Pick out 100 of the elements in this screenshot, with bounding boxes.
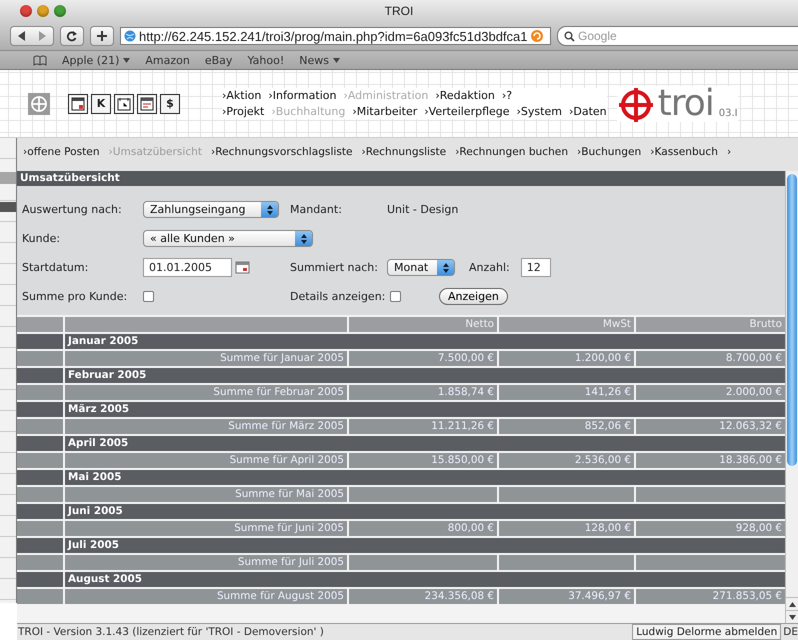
month-heading: Mai 2005: [65, 470, 785, 485]
toolbar-button[interactable]: [137, 94, 157, 114]
window-title: TROI: [384, 4, 414, 18]
checkbox[interactable]: [143, 291, 154, 302]
book-icon[interactable]: [33, 54, 47, 66]
table-cell: [17, 504, 63, 519]
close-button[interactable]: [20, 5, 32, 17]
table-cell: 37.496,97 €: [499, 589, 634, 604]
table-cell: 1.200,00 €: [499, 351, 634, 366]
field-label: Anzahl:: [469, 261, 510, 274]
bookmark-link[interactable]: News: [299, 54, 340, 66]
subnav-link[interactable]: ›Rechnungsvorschlagsliste: [211, 146, 353, 158]
subnav-link[interactable]: ›: [726, 146, 732, 158]
table-cell: Summe für März 2005: [65, 419, 347, 434]
menu-link[interactable]: ›Information: [268, 89, 336, 102]
date-field[interactable]: 01.01.2005: [143, 258, 232, 277]
add-bookmark-button[interactable]: [90, 26, 114, 46]
bookmark-link[interactable]: eBay: [204, 54, 232, 66]
select-field[interactable]: Zahlungseingang: [143, 201, 279, 218]
subnav-link[interactable]: ›Rechnungsliste: [362, 146, 446, 158]
month-heading: Februar 2005: [65, 368, 785, 383]
menu-link[interactable]: ›Projekt: [222, 105, 264, 118]
field-label: Kunde:: [22, 232, 62, 245]
subnav-link[interactable]: ›offene Posten: [23, 146, 100, 158]
table-cell: 11.211,26 €: [349, 419, 497, 434]
field-label: Summiert nach:: [290, 261, 379, 274]
stepper-arrows-icon: [442, 262, 450, 272]
forward-arrow-icon: [38, 31, 47, 41]
home-icon[interactable]: [28, 92, 50, 114]
table-cell: 18.386,00 €: [636, 453, 785, 468]
subnav-link[interactable]: ›Buchungen: [577, 146, 642, 158]
table-cell: [17, 419, 63, 434]
number-field[interactable]: 12: [520, 258, 551, 277]
calendar-icon[interactable]: [235, 261, 250, 274]
month-heading: März 2005: [65, 402, 785, 417]
scroll-up-icon[interactable]: [788, 602, 796, 606]
table-cell: [17, 572, 63, 587]
month-heading: August 2005: [65, 572, 785, 587]
table-cell: Summe für April 2005: [65, 453, 347, 468]
menu-link[interactable]: ›Verteilerpflege: [424, 105, 510, 118]
field-label: Mandant:: [290, 203, 343, 216]
bookmark-link[interactable]: Apple (21): [62, 54, 130, 66]
clock-icon: [117, 96, 131, 110]
minimize-button[interactable]: [37, 5, 49, 17]
table-cell: [17, 436, 63, 451]
table-cell: Summe für Juli 2005: [65, 555, 347, 570]
table-cell: [17, 334, 63, 349]
menu-link[interactable]: ›Mitarbeiter: [352, 105, 418, 118]
toolbar-button[interactable]: [114, 94, 134, 114]
globe-icon: [124, 30, 136, 42]
stepper-arrows-icon: [266, 204, 274, 214]
select-field[interactable]: « alle Kunden »: [143, 230, 313, 247]
table-cell: 128,00 €: [499, 521, 634, 536]
menu-link[interactable]: ›Redaktion: [435, 89, 495, 102]
reload-button[interactable]: [60, 26, 84, 46]
menu-link[interactable]: ›System: [516, 105, 562, 118]
show-button[interactable]: Anzeigen: [439, 288, 508, 305]
checkbox[interactable]: [390, 291, 401, 302]
logout-link[interactable]: Ludwig Delorme abmelden: [632, 624, 782, 640]
table-cell: Summe für Februar 2005: [65, 385, 347, 400]
table-cell: [17, 368, 63, 383]
column-header: Brutto: [636, 317, 785, 332]
table-cell: [17, 470, 63, 485]
section-title: Umsatzübersicht: [17, 171, 785, 186]
table-cell: 2.000,00 €: [636, 385, 785, 400]
subnav-link[interactable]: ›Rechnungen buchen: [455, 146, 568, 158]
toolbar-button[interactable]: [68, 94, 88, 114]
field-label: Details anzeigen:: [290, 290, 386, 303]
table-cell: 852,06 €: [499, 419, 634, 434]
reload-icon: [66, 30, 78, 42]
menu-link[interactable]: ›Aktion: [222, 89, 262, 102]
menu-link[interactable]: ›Daten: [568, 105, 607, 118]
table-cell: Summe für Juni 2005: [65, 521, 347, 536]
toolbar-button[interactable]: K: [91, 94, 111, 114]
version-text: TROI - Version 3.1.43 (lizenziert für 'TROI - Demoversion' ): [17, 626, 325, 638]
address-field[interactable]: http://62.245.152.241/troi3/prog/main.php?idm=6a093fc51d3bdfca1: [120, 27, 551, 45]
subnav-link[interactable]: ›Kassenbuch: [650, 146, 718, 158]
version-text: 03.I: [718, 108, 738, 118]
menu-link[interactable]: ›?: [502, 89, 512, 102]
select-field[interactable]: Monat: [387, 259, 455, 276]
table-cell: 1.858,74 €: [349, 385, 497, 400]
bookmark-link[interactable]: Yahoo!: [247, 54, 284, 66]
scrollbar-thumb[interactable]: [787, 174, 797, 466]
scroll-down-icon[interactable]: [788, 614, 796, 620]
table-cell: Summe für Januar 2005: [65, 351, 347, 366]
table-cell: 15.850,00 €: [349, 453, 497, 468]
toolbar-button[interactable]: $: [160, 94, 180, 114]
field-label: Startdatum:: [22, 261, 90, 274]
zoom-button[interactable]: [54, 5, 66, 17]
header-cell: [17, 317, 63, 332]
bookmark-link[interactable]: Amazon: [145, 54, 190, 66]
table-cell: 800,00 €: [349, 521, 497, 536]
logo-text: troi: [658, 86, 714, 122]
table-cell: [17, 589, 63, 604]
table-cell: 7.500,00 €: [349, 351, 497, 366]
search-icon: [564, 30, 575, 42]
scrollbar[interactable]: [785, 171, 798, 623]
table-cell: Summe für August 2005: [65, 589, 347, 604]
table-cell: 234.356,08 €: [349, 589, 497, 604]
month-heading: Januar 2005: [65, 334, 785, 349]
